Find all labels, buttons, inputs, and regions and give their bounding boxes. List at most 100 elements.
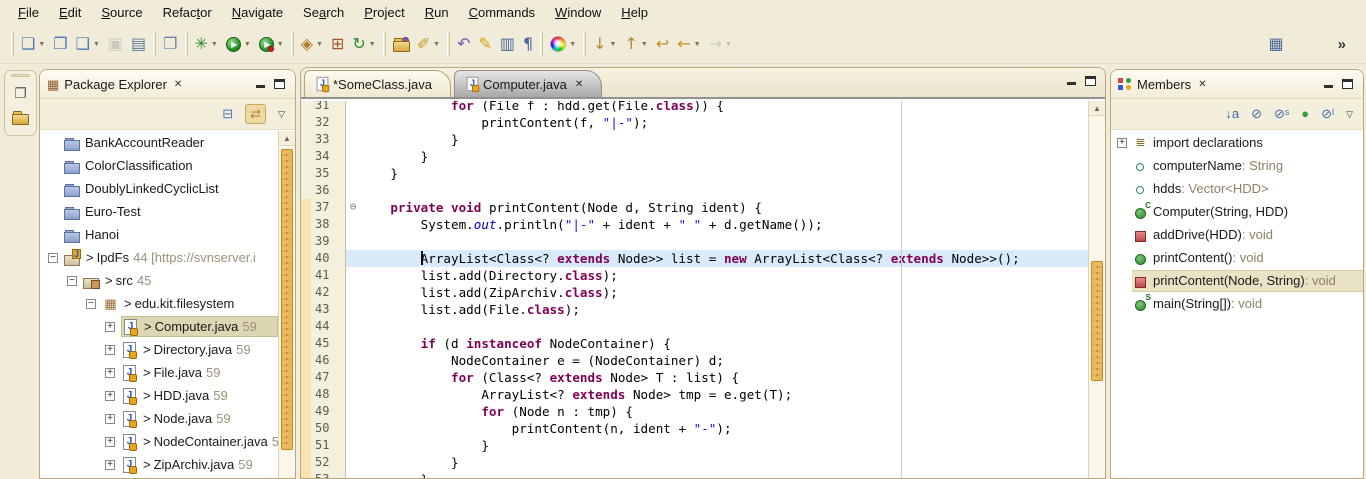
code-line[interactable]: 49 for (Node n : tmp) { [301,403,1088,420]
scroll-up-icon[interactable]: ▲ [1089,101,1105,116]
code-editor[interactable]: 31 for (File f : hdd.get(File.class)) {3… [301,101,1105,478]
expand-icon[interactable]: + [105,322,121,332]
expand-icon[interactable]: + [105,368,121,378]
code-line[interactable]: 47 for (Class<? extends Node> T : list) … [301,369,1088,386]
close-tab-icon[interactable]: ✕ [575,79,583,90]
tree-item[interactable]: +>HDD.java 59 [40,384,278,407]
tree-item[interactable]: DoublyLinkedCyclicList [40,177,278,200]
maximize-view-icon[interactable] [1342,79,1353,89]
last-edit-location-icon[interactable]: ↩ [654,33,671,55]
dropdown-arrow-icon[interactable]: ▼ [244,41,251,48]
expand-icon[interactable]: + [105,414,121,424]
dropdown-arrow-icon[interactable]: ▼ [38,41,45,48]
package-explorer-title[interactable]: Package Explorer [64,77,167,92]
view-menu-icon[interactable]: ▽ [1346,107,1353,121]
expand-icon[interactable]: + [105,391,121,401]
dropdown-arrow-icon[interactable]: ▼ [610,41,617,48]
tree-item[interactable]: +>Computer.java 59 [40,315,278,338]
prev-annotation-icon[interactable]: ↑▼ [622,33,649,55]
menu-window[interactable]: Window [545,2,611,23]
search-wand-icon[interactable]: ✐▼ [415,33,442,55]
code-line[interactable]: 33 } [301,131,1088,148]
minimize-editor-icon[interactable] [1067,78,1076,85]
tree-item[interactable]: BankAccountReader [40,131,278,154]
code-line[interactable]: 31 for (File f : hdd.get(File.class)) { [301,101,1088,114]
highlighter-icon[interactable]: ✎ [476,33,493,55]
fastview-drag-handle[interactable] [11,74,30,77]
code-line[interactable]: 43 list.add(File.class); [301,301,1088,318]
scroll-thumb[interactable] [281,149,293,450]
tab-someclass-java[interactable]: *SomeClass.java [304,70,451,97]
close-view-icon[interactable]: ✕ [174,79,182,90]
color-wheel-icon[interactable]: ▼ [548,33,578,55]
hide-local-types-icon[interactable]: ⊘ˡ [1321,107,1334,121]
member-item[interactable]: computerName : String [1111,154,1363,177]
code-line[interactable]: 39 [301,233,1088,250]
new-view-icon[interactable]: ❑▼ [74,33,102,55]
code-line[interactable]: 42 list.add(ZipArchiv.class); [301,284,1088,301]
package-explorer-scrollbar[interactable]: ▲ [278,131,295,478]
last-edit-icon[interactable]: ↶ [455,33,472,55]
code-line[interactable]: 35 } [301,165,1088,182]
code-line[interactable]: 36 [301,182,1088,199]
members-title[interactable]: Members [1137,77,1191,92]
dropdown-arrow-icon[interactable]: ▼ [369,41,376,48]
open-resource-icon[interactable] [391,34,411,54]
tree-item[interactable]: −>IpdFs 44 [https://svnserver.i [40,246,278,269]
dropdown-arrow-icon[interactable]: ▼ [725,41,732,48]
mark-occurrences-icon[interactable]: ▥ [498,33,517,55]
member-item[interactable]: printContent() : void [1111,246,1363,269]
editor-scrollbar[interactable]: ▲ [1088,101,1105,478]
code-line[interactable]: 51 } [301,437,1088,454]
member-item[interactable]: CComputer(String, HDD) [1111,200,1363,223]
show-whitespace-icon[interactable]: ¶ [521,33,535,55]
generate-icon[interactable]: ↻▼ [350,33,377,55]
member-item[interactable]: printContent(Node, String) : void [1111,269,1363,292]
tree-item[interactable]: +>Node.java 59 [40,407,278,430]
minimize-view-icon[interactable] [1324,81,1333,88]
expand-icon[interactable]: + [105,345,121,355]
collapse-all-icon[interactable]: ⊟ [222,107,233,121]
new-class-icon[interactable]: ❐ [51,33,69,55]
tree-item[interactable]: +>File.java 59 [40,361,278,384]
run-last-icon[interactable]: ▶▼ [257,33,286,55]
dropdown-arrow-icon[interactable]: ▼ [641,41,648,48]
fold-collapse-icon[interactable]: ⊖ [346,199,360,216]
dropdown-arrow-icon[interactable]: ▼ [569,41,576,48]
member-item[interactable]: addDrive(HDD) : void [1111,223,1363,246]
menu-project[interactable]: Project [354,2,414,23]
close-view-icon[interactable]: ✕ [1198,79,1206,90]
code-line[interactable]: 32 printContent(f, "|-"); [301,114,1088,131]
tree-item[interactable]: Hanoi [40,223,278,246]
next-annotation-icon[interactable]: ↓▼ [591,33,618,55]
code-line[interactable]: 46 NodeContainer e = (NodeContainer) d; [301,352,1088,369]
menu-commands[interactable]: Commands [459,2,545,23]
run-icon[interactable]: ▶▼ [224,34,253,55]
code-line[interactable]: 53 } [301,471,1088,478]
menu-file[interactable]: File [8,2,49,23]
menu-navigate[interactable]: Navigate [222,2,293,23]
restore-view-icon[interactable]: ❐ [14,85,27,101]
tree-item[interactable]: Euro-Test [40,200,278,223]
maximize-editor-icon[interactable] [1085,76,1096,86]
perspective-icon[interactable]: ▦ [1267,33,1286,55]
dropdown-arrow-icon[interactable]: ▼ [316,41,323,48]
dropdown-arrow-icon[interactable]: ▼ [694,41,701,48]
code-line[interactable]: 40 ArrayList<Class<? extends Node>> list… [301,250,1088,267]
expand-icon[interactable]: + [105,437,121,447]
dropdown-arrow-icon[interactable]: ▼ [93,41,100,48]
tree-item[interactable]: +>ZipArchiv.java 59 [40,453,278,476]
tab-computer-java[interactable]: Computer.java ✕ [454,70,602,97]
menu-refactor[interactable]: Refactor [153,2,222,23]
code-line[interactable]: 41 list.add(Directory.class); [301,267,1088,284]
hide-static-icon[interactable]: ⊘ˢ [1274,107,1289,121]
scroll-up-icon[interactable]: ▲ [279,131,295,146]
open-folder-icon[interactable] [12,110,29,127]
collapse-icon[interactable]: − [48,253,64,263]
maximize-view-icon[interactable] [274,79,285,89]
dropdown-arrow-icon[interactable]: ▼ [211,41,218,48]
tree-item[interactable]: ColorClassification [40,154,278,177]
member-item[interactable]: Smain(String[]) : void [1111,292,1363,315]
debug-icon[interactable]: ✳▼ [193,33,220,55]
new-wizard-icon[interactable]: ❏▼ [19,33,47,55]
